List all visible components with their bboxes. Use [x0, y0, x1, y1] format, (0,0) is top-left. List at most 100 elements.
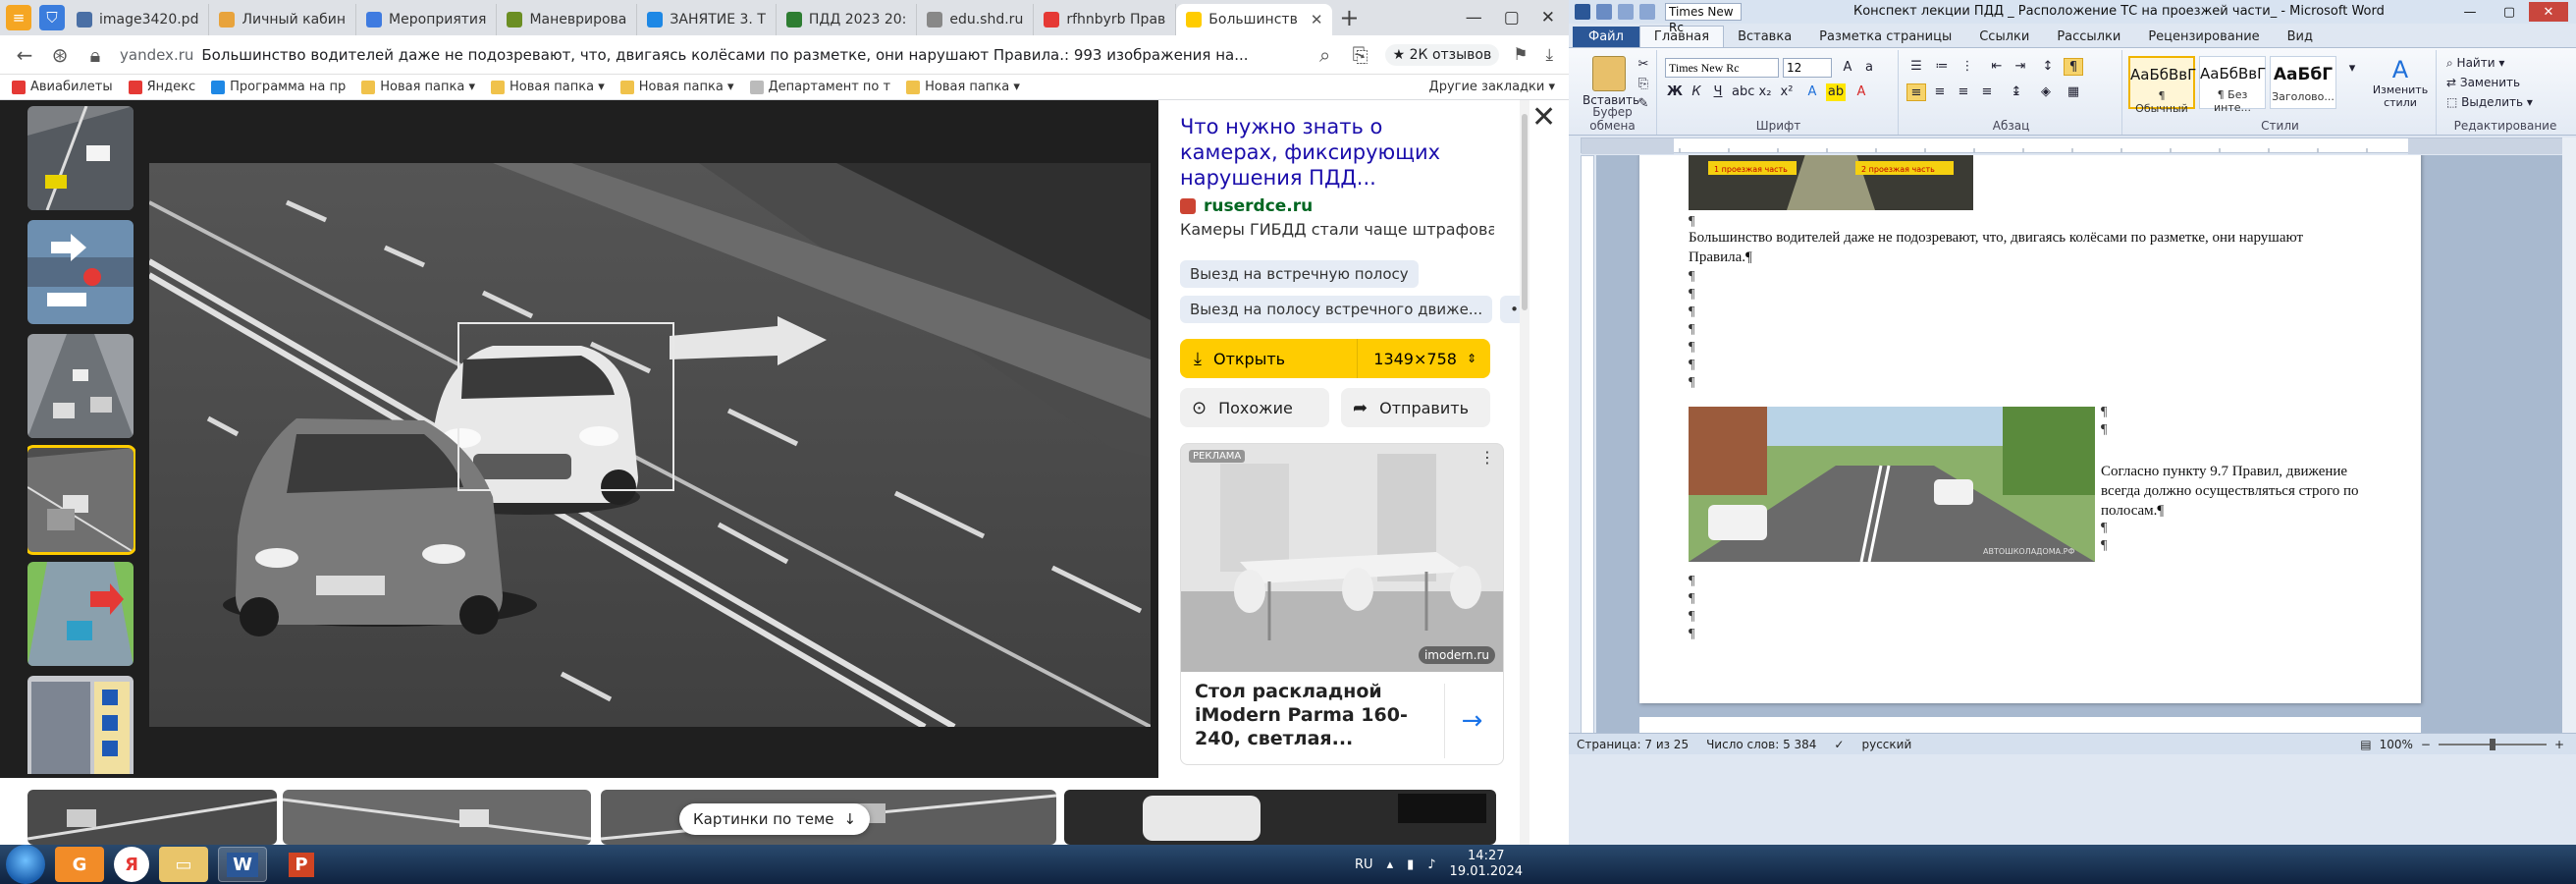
thumbnail[interactable]	[27, 106, 134, 210]
clock[interactable]: 14:27 19.01.2024	[1450, 849, 1523, 880]
tag-chip[interactable]: Выезд на встречную полосу	[1180, 260, 1419, 288]
line-spacing-icon[interactable]: ↨	[2007, 83, 2026, 101]
download-icon[interactable]: ⤓	[1545, 45, 1553, 65]
save-icon[interactable]	[1596, 4, 1612, 20]
scrollbar[interactable]	[1520, 100, 1530, 845]
word-taskbar-icon[interactable]: W	[218, 847, 267, 882]
find-button[interactable]: ⌕ Найти ▾	[2446, 56, 2504, 71]
grow-font-icon[interactable]: A	[1838, 59, 1857, 77]
open-button[interactable]: ⤓ Открыть 1349×758 ⇕	[1180, 339, 1490, 378]
redo-icon[interactable]	[1639, 4, 1655, 20]
new-tab-button[interactable]: +	[1332, 4, 1366, 31]
tab-insert[interactable]: Вставка	[1724, 27, 1805, 47]
zoom-in-icon[interactable]: +	[2554, 738, 2564, 751]
sort-icon[interactable]: ↕	[2038, 58, 2058, 76]
change-styles-button[interactable]: A Изменить стили	[2370, 56, 2431, 109]
style-heading[interactable]: АаБбГ Заголово...	[2270, 56, 2336, 109]
font-size-select[interactable]: 12	[1783, 58, 1832, 78]
url-field[interactable]: yandex.ru Большинство водителей даже не …	[120, 40, 1301, 70]
copy-icon[interactable]: ⎘	[1634, 76, 1653, 93]
superscript-icon[interactable]: x²	[1777, 83, 1797, 101]
file-explorer-icon[interactable]: ▭	[159, 847, 208, 882]
tab-active[interactable]: Большинств ✕	[1176, 4, 1333, 35]
tab[interactable]: Мероприятия	[356, 4, 498, 35]
align-right-icon[interactable]: ≡	[1954, 83, 1973, 101]
tab-mailings[interactable]: Рассылки	[2043, 27, 2134, 47]
tab-references[interactable]: Ссылки	[1965, 27, 2043, 47]
style-normal[interactable]: АаБбВвГ ¶ Обычный	[2128, 56, 2196, 115]
bookmark-item[interactable]: Яндекс	[128, 80, 195, 94]
lock-icon[interactable]: 🔒︎	[84, 43, 106, 67]
tab[interactable]: rfhnbyrb Прав	[1034, 4, 1177, 35]
powerpoint-taskbar-icon[interactable]: P	[277, 847, 326, 882]
volume-icon[interactable]: ♪	[1427, 857, 1435, 872]
borders-icon[interactable]: ▦	[2064, 83, 2083, 101]
ad-arrow-icon[interactable]: →	[1444, 684, 1499, 758]
tab-review[interactable]: Рецензирование	[2134, 27, 2273, 47]
minimize-button[interactable]: —	[1466, 8, 1482, 28]
browser-menu-icon[interactable]: ≡	[6, 5, 31, 30]
shading-icon[interactable]: ◈	[2036, 83, 2056, 101]
underline-icon[interactable]: Ч	[1708, 83, 1728, 101]
font-color-icon[interactable]: A	[1852, 83, 1871, 101]
document-scrollbar[interactable]	[2562, 138, 2576, 735]
align-center-icon[interactable]: ≡	[1930, 83, 1950, 101]
thumbnail[interactable]	[27, 676, 134, 774]
tray-expand-icon[interactable]: ▴	[1387, 857, 1394, 872]
text-effects-icon[interactable]: A	[1802, 83, 1822, 101]
increase-indent-icon[interactable]: ⇥	[2011, 58, 2030, 76]
tag-chip[interactable]: Выезд на полосу встречного движе...	[1180, 296, 1493, 323]
source-site[interactable]: ruserdce.ru	[1180, 196, 1502, 216]
document-image-lanes[interactable]: 1 проезжая часть 2 проезжая часть	[1689, 155, 1973, 210]
vertical-ruler[interactable]	[1581, 155, 1594, 735]
paste-icon[interactable]	[1592, 56, 1626, 91]
font-name-select[interactable]: Times New Rc	[1665, 58, 1779, 78]
reviews-badge[interactable]: ★ 2К отзывов	[1384, 43, 1500, 66]
ad-card[interactable]: РЕКЛАМА ⋮ imodern.ru Стол раскладной iMo…	[1180, 443, 1504, 765]
select-button[interactable]: ⬚ Выделить ▾	[2446, 95, 2533, 109]
bookmark-item[interactable]: Авиабилеты	[12, 80, 113, 94]
strikethrough-icon[interactable]: abc	[1732, 83, 1754, 101]
bookmark-folder[interactable]: Новая папка ▾	[906, 80, 1020, 94]
tab[interactable]: edu.shd.ru	[917, 4, 1035, 35]
scrollbar-thumb[interactable]	[1522, 114, 1528, 310]
thumbnail[interactable]	[27, 220, 134, 324]
maximize-button[interactable]: ▢	[2490, 2, 2529, 22]
tab[interactable]: Маневрирова	[497, 4, 638, 35]
taskbar-app-icon[interactable]: G	[55, 847, 104, 882]
thumbnail[interactable]	[27, 562, 134, 666]
language-indicator[interactable]: RU	[1355, 857, 1373, 872]
styles-scroll-icon[interactable]: ▾	[2342, 60, 2362, 78]
horizontal-ruler[interactable]	[1581, 138, 2563, 154]
related-images-button[interactable]: Картинки по теме ↓	[679, 803, 871, 835]
bookmark-folder[interactable]: Новая папка ▾	[490, 80, 605, 94]
start-button[interactable]	[6, 845, 45, 884]
undo-icon[interactable]	[1618, 4, 1634, 20]
tab[interactable]: ПДД 2023 20:	[777, 4, 918, 35]
bookmark-folder[interactable]: Новая папка ▾	[619, 80, 734, 94]
shield-icon[interactable]: ⛉	[39, 5, 65, 30]
zoom-level[interactable]: 100%	[2380, 738, 2413, 751]
highlight-icon[interactable]: ab	[1826, 83, 1846, 101]
document-image-road[interactable]: АВТОШКОЛАДОМА.РФ	[1689, 407, 2095, 562]
tab[interactable]: ЗАНЯТИЕ 3. Т	[637, 4, 777, 35]
page-counter[interactable]: Страница: 7 из 25	[1577, 738, 1689, 751]
close-window-button[interactable]: ✕	[2529, 2, 2568, 22]
word-counter[interactable]: Число слов: 5 384	[1706, 738, 1816, 751]
related-image[interactable]	[283, 790, 591, 845]
bookmark-item[interactable]: Департамент по т	[749, 80, 890, 94]
view-mode-icon[interactable]: ▤	[2360, 738, 2371, 751]
share-button[interactable]: ➦ Отправить	[1341, 388, 1490, 427]
style-no-spacing[interactable]: АаБбВвГ ¶ Без инте...	[2199, 56, 2266, 114]
site-info-icon[interactable]: ⊛	[49, 43, 71, 67]
bullets-icon[interactable]: ☰	[1906, 58, 1926, 76]
network-icon[interactable]: ▮	[1407, 857, 1414, 872]
spellcheck-icon[interactable]: ✓	[1834, 738, 1844, 751]
minimize-button[interactable]: —	[2450, 2, 2490, 22]
bookmark-folder[interactable]: Новая папка ▾	[361, 80, 475, 94]
similar-button[interactable]: ⊙ Похожие	[1180, 388, 1329, 427]
bold-icon[interactable]: Ж	[1665, 83, 1685, 101]
back-arrow-icon[interactable]: ←	[14, 43, 35, 67]
search-icon[interactable]: ⌕	[1315, 43, 1336, 67]
tab[interactable]: Личный кабин	[209, 4, 357, 35]
